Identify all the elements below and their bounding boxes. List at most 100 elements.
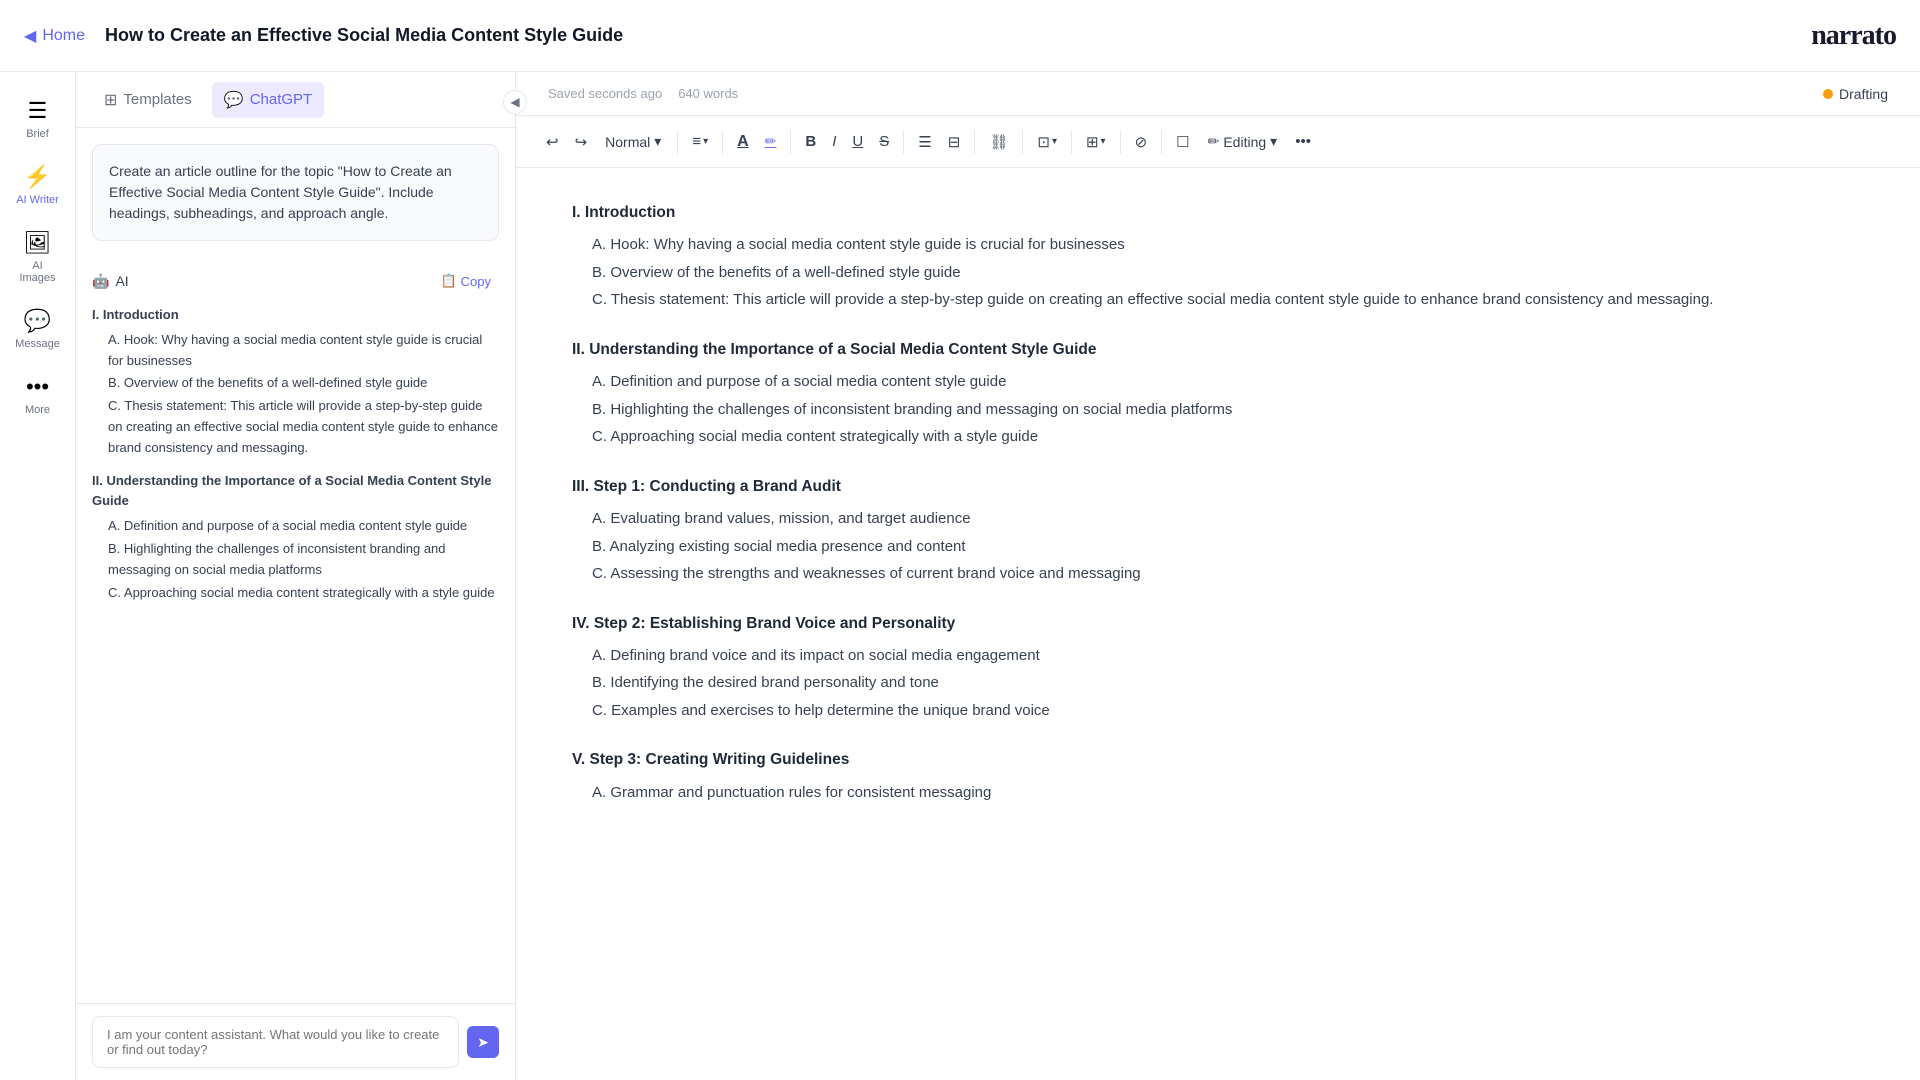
comment-button[interactable]: ☐ [1170, 127, 1195, 157]
table-chevron-icon: ▾ [1101, 136, 1106, 147]
editing-select[interactable]: ✏ Editing ▾ [1200, 127, 1286, 157]
collapse-panel-button[interactable]: ◀ [503, 90, 527, 114]
underline-icon: U [852, 133, 863, 150]
highlight-button[interactable]: ✏ [759, 127, 783, 157]
doc-heading-2: II. Understanding the Importance of a So… [572, 337, 1864, 363]
ai-content: I. Introduction A. Hook: Why having a so… [92, 305, 499, 603]
align-button[interactable]: ≡ ▾ [686, 127, 714, 157]
toolbar-separator-5 [974, 130, 975, 154]
send-button[interactable]: ➤ [467, 1026, 499, 1058]
sidebar-item-ai-images[interactable]: 🖼 AI Images [6, 220, 70, 294]
drafting-badge: Drafting [1823, 86, 1888, 102]
undo-icon: ↩ [546, 133, 559, 151]
doc-item: B. Identifying the desired brand persona… [572, 670, 1864, 696]
panel: ⊞ Templates 💬 ChatGPT ◀ Create an articl… [76, 72, 516, 1080]
home-link[interactable]: ◀ Home [24, 26, 85, 46]
doc-item: C. Thesis statement: This article will p… [572, 287, 1864, 313]
editing-chevron-icon: ▾ [1270, 133, 1277, 150]
undo-button[interactable]: ↩ [540, 127, 565, 157]
copy-label: Copy [461, 274, 491, 289]
doc-item: B. Overview of the benefits of a well-de… [572, 260, 1864, 286]
sidebar-item-message[interactable]: 💬 Message [6, 298, 70, 360]
doc-item: A. Evaluating brand values, mission, and… [572, 506, 1864, 532]
sidebar-item-more[interactable]: ••• More [6, 364, 70, 426]
icon-sidebar: ☰ Brief ⚡ AI Writer 🖼 AI Images 💬 Messag… [0, 72, 76, 1080]
doc-heading-1: I. Introduction [572, 200, 1864, 226]
more-icon: ••• [26, 374, 49, 400]
toolbar-separator-1 [677, 130, 678, 154]
toolbar-separator-9 [1161, 130, 1162, 154]
redo-button[interactable]: ↪ [569, 127, 594, 157]
message-icon: 💬 [24, 308, 51, 334]
panel-tabs: ⊞ Templates 💬 ChatGPT [76, 72, 515, 128]
highlight-icon: ✏ [765, 133, 777, 150]
editor-content[interactable]: I. Introduction A. Hook: Why having a so… [516, 168, 1920, 1080]
bullet-list-button[interactable]: ☰ [912, 127, 937, 157]
page-title: How to Create an Effective Social Media … [105, 25, 623, 46]
link-button[interactable]: ⛓ [983, 127, 1014, 157]
doc-heading-5: V. Step 3: Creating Writing Guidelines [572, 747, 1864, 773]
align-chevron-icon: ▾ [703, 136, 708, 147]
copy-button[interactable]: 📋 Copy [432, 269, 499, 293]
ai-item: B. Overview of the benefits of a well-de… [92, 373, 499, 394]
numbered-list-icon: ⊟ [948, 133, 961, 151]
doc-section-4: IV. Step 2: Establishing Brand Voice and… [572, 611, 1864, 724]
logo: narrato [1811, 20, 1896, 52]
doc-item: B. Highlighting the challenges of incons… [572, 397, 1864, 423]
table-button[interactable]: ⊞ ▾ [1080, 127, 1112, 157]
style-select[interactable]: Normal ▾ [597, 127, 669, 157]
toolbar-separator-6 [1022, 130, 1023, 154]
underline-button[interactable]: U [846, 127, 869, 157]
tab-chatgpt[interactable]: 💬 ChatGPT [212, 82, 324, 118]
home-label: Home [42, 27, 85, 45]
chat-input[interactable] [92, 1016, 459, 1068]
doc-section-3: III. Step 1: Conducting a Brand Audit A.… [572, 474, 1864, 587]
brief-icon: ☰ [28, 98, 48, 124]
chat-input-area: ➤ [76, 1003, 515, 1080]
tab-templates[interactable]: ⊞ Templates [92, 82, 204, 118]
pencil-icon: ✏ [1208, 133, 1220, 150]
text-color-button[interactable]: A [731, 127, 755, 157]
doc-item: C. Assessing the strengths and weaknesse… [572, 561, 1864, 587]
ai-response-header: 🤖 AI 📋 Copy [92, 257, 499, 305]
ai-item: C. Approaching social media content stra… [92, 583, 499, 604]
chatgpt-prompt-box: Create an article outline for the topic … [92, 144, 499, 241]
chatgpt-icon: 💬 [224, 90, 244, 110]
strikethrough-button[interactable]: S [873, 127, 895, 157]
numbered-list-button[interactable]: ⊟ [942, 127, 967, 157]
sidebar-label-ai-images: AI Images [14, 260, 62, 284]
ai-response-area: 🤖 AI 📋 Copy I. Introduction A. Hook: Why… [76, 257, 515, 1003]
chevron-down-icon: ▾ [654, 133, 661, 150]
doc-item: A. Defining brand voice and its impact o… [572, 643, 1864, 669]
doc-item: B. Analyzing existing social media prese… [572, 534, 1864, 560]
doc-item: C. Examples and exercises to help determ… [572, 698, 1864, 724]
table-icon: ⊞ [1086, 133, 1099, 151]
more-options-icon: ••• [1295, 133, 1311, 150]
bullet-list-icon: ☰ [918, 133, 931, 151]
tab-templates-label: Templates [123, 91, 191, 108]
bold-button[interactable]: B [799, 127, 822, 157]
sidebar-item-brief[interactable]: ☰ Brief [6, 88, 70, 150]
prompt-text: Create an article outline for the topic … [109, 163, 452, 221]
drafting-dot [1823, 89, 1833, 99]
style-label: Normal [605, 134, 650, 150]
image-chevron-icon: ▾ [1052, 136, 1057, 147]
ai-item: A. Hook: Why having a social media conte… [92, 330, 499, 372]
ai-section-1-heading: I. Introduction [92, 305, 499, 326]
ai-item: C. Thesis statement: This article will p… [92, 396, 499, 458]
editing-label: Editing [1223, 134, 1266, 150]
ai-writer-icon: ⚡ [24, 164, 51, 190]
doc-section-1: I. Introduction A. Hook: Why having a so… [572, 200, 1864, 313]
text-color-icon: A [737, 133, 749, 151]
editor-area: Saved seconds ago 640 words Drafting ↩ ↪… [516, 72, 1920, 1080]
remove-format-button[interactable]: ⊘ [1129, 127, 1154, 157]
image-button[interactable]: ⊡ ▾ [1031, 127, 1063, 157]
sidebar-item-ai-writer[interactable]: ⚡ AI Writer [6, 154, 70, 216]
toolbar-separator-8 [1120, 130, 1121, 154]
doc-item: A. Grammar and punctuation rules for con… [572, 780, 1864, 806]
italic-button[interactable]: I [826, 127, 842, 157]
top-header: ◀ Home How to Create an Effective Social… [0, 0, 1920, 72]
more-options-button[interactable]: ••• [1289, 127, 1317, 157]
editor-meta: Saved seconds ago 640 words Drafting [516, 72, 1920, 116]
saved-status: Saved seconds ago [548, 86, 662, 101]
